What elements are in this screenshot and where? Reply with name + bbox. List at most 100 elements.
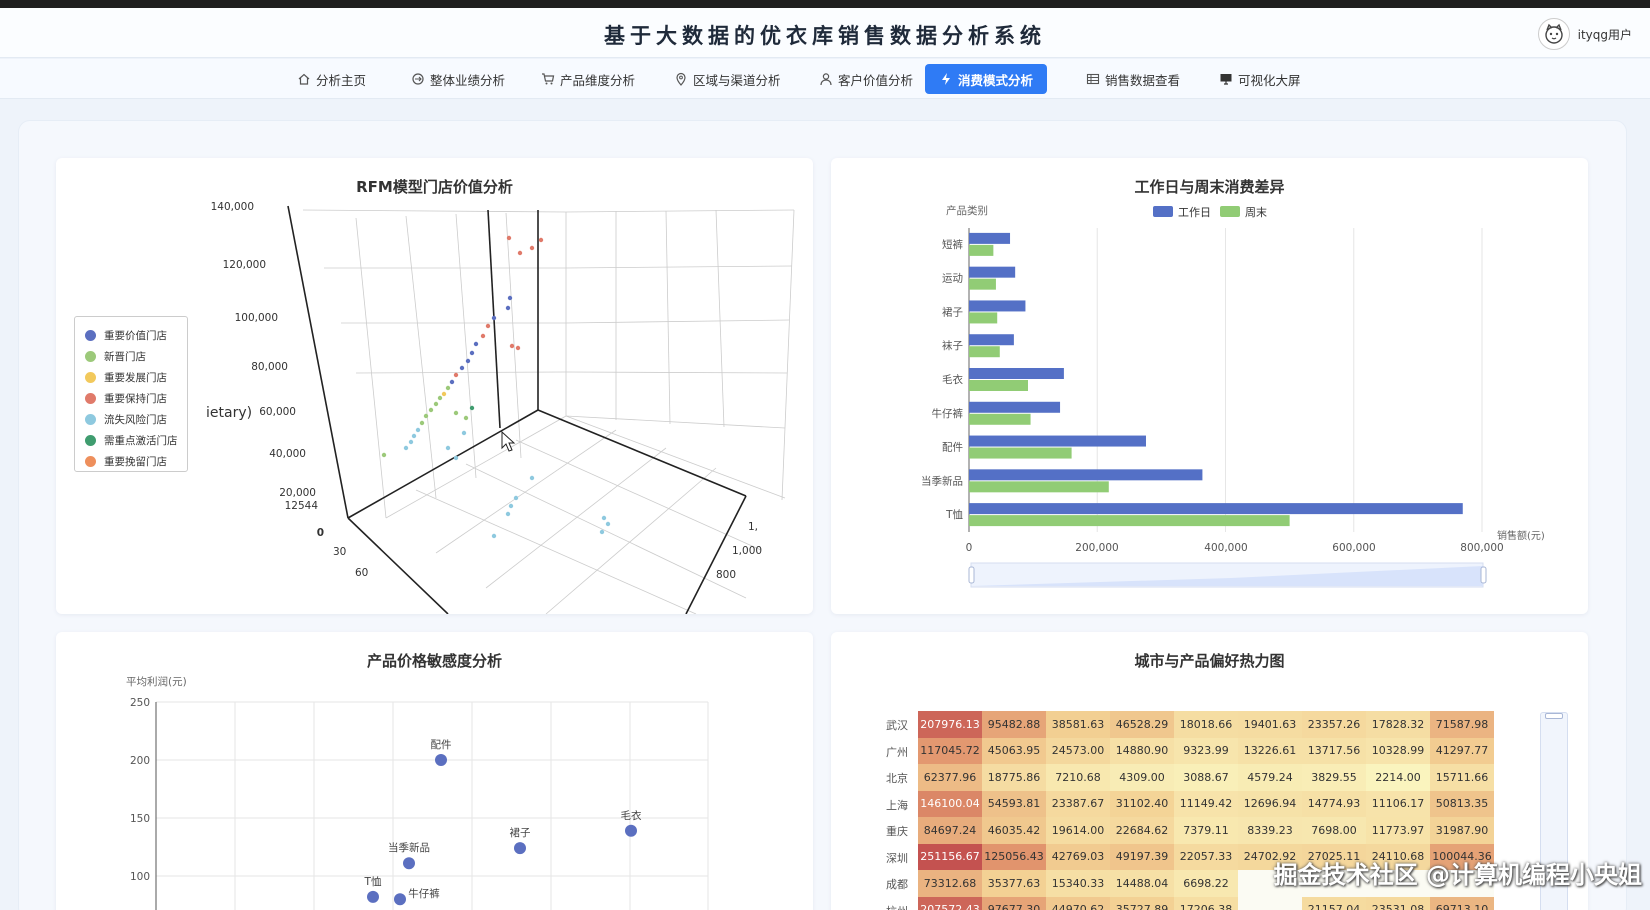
price-point[interactable]: [435, 754, 447, 766]
price-point[interactable]: [514, 842, 526, 855]
heatmap-cell[interactable]: 31102.40: [1110, 790, 1174, 817]
heatmap-cell[interactable]: 14488.04: [1110, 870, 1174, 897]
heatmap-cell[interactable]: 19614.00: [1046, 817, 1110, 844]
heatmap-cell[interactable]: 23531.08: [1366, 896, 1430, 910]
bar-weekend[interactable]: [969, 244, 994, 256]
heatmap-cell[interactable]: 35377.63: [982, 870, 1046, 897]
heatmap-cell[interactable]: 8339.23: [1238, 817, 1302, 844]
heatmap-cell[interactable]: 146100.04: [918, 790, 982, 817]
rfm-point[interactable]: [465, 358, 471, 364]
rfm-point[interactable]: [509, 343, 515, 349]
rfm-point[interactable]: [463, 415, 469, 421]
price-scatter-chart[interactable]: 平均利润(元) 250 200 150 100 配件毛衣裙子当季新品 T恤牛仔裤: [56, 632, 813, 910]
heatmap-cell[interactable]: 42769.03: [1046, 843, 1110, 870]
bar-weekday[interactable]: [969, 232, 1011, 244]
bar-weekday[interactable]: [969, 469, 1203, 481]
heatmap-cell[interactable]: 7210.68: [1046, 764, 1110, 791]
heatmap-cell[interactable]: 49197.39: [1110, 843, 1174, 870]
bar-weekday[interactable]: [969, 368, 1064, 379]
heatmap-cell[interactable]: 14880.90: [1110, 737, 1174, 764]
rfm-point[interactable]: [423, 413, 429, 419]
heatmap-cell[interactable]: 22684.62: [1110, 817, 1174, 844]
legend-swatch[interactable]: [1220, 206, 1240, 217]
heatmap-cell[interactable]: 10328.99: [1366, 737, 1430, 764]
legend-swatch[interactable]: [1153, 206, 1173, 217]
price-point[interactable]: [367, 890, 379, 903]
slider-handle-right[interactable]: [1480, 566, 1487, 584]
rfm-3d-chart[interactable]: 140,000 120,000 100,000 80,000 60,000 40…: [56, 158, 813, 614]
heatmap-cell[interactable]: 3088.67: [1174, 764, 1238, 791]
rfm-point[interactable]: [599, 529, 605, 535]
nav-item-product[interactable]: 产品维度分析: [527, 64, 649, 94]
price-point[interactable]: [625, 824, 637, 837]
nav-item-dashboard[interactable]: 可视化大屏: [1205, 64, 1315, 94]
rfm-point[interactable]: [428, 407, 434, 413]
heatmap-cell[interactable]: 97677.30: [982, 896, 1046, 910]
heatmap-cell[interactable]: 41297.77: [1430, 737, 1494, 764]
nav-item-region[interactable]: 区域与渠道分析: [660, 64, 795, 94]
bar-weekday[interactable]: [969, 435, 1146, 447]
heatmap-cell[interactable]: 6698.22: [1174, 870, 1238, 897]
rfm-point[interactable]: [605, 521, 611, 527]
bar-weekday[interactable]: [969, 503, 1463, 515]
rfm-point[interactable]: [480, 333, 486, 339]
weekday-bar-chart[interactable]: 工作日 周末 产品类别 销售额(元) 短裤运动裙子袜子毛衣牛仔裤配件当季新品 T恤…: [831, 158, 1588, 614]
price-point[interactable]: [394, 893, 406, 906]
rfm-point[interactable]: [437, 395, 443, 401]
heatmap-cell[interactable]: 46528.29: [1110, 711, 1174, 738]
bar-weekend[interactable]: [969, 481, 1109, 493]
bar-weekend[interactable]: [969, 346, 1000, 358]
bar-weekend[interactable]: [969, 413, 1031, 425]
heatmap-cell[interactable]: 9323.99: [1174, 737, 1238, 764]
bar-weekend[interactable]: [969, 447, 1072, 459]
rfm-point[interactable]: [449, 379, 455, 385]
heatmap-cell[interactable]: 17206.38: [1174, 896, 1238, 910]
heatmap-cell[interactable]: 207976.13: [918, 711, 982, 738]
heatmap-cell[interactable]: 4309.00: [1110, 764, 1174, 791]
rfm-point[interactable]: [506, 235, 512, 241]
heatmap-cell[interactable]: 117045.72: [918, 737, 982, 764]
rfm-point[interactable]: [505, 305, 511, 311]
legend-label[interactable]: 工作日: [1178, 206, 1211, 219]
bar-weekday[interactable]: [969, 401, 1061, 413]
nav-item-performance[interactable]: 整体业绩分析: [397, 64, 519, 94]
price-point[interactable]: [403, 857, 415, 870]
nav-item-customer[interactable]: 客户价值分析: [805, 64, 927, 94]
bar-weekday[interactable]: [969, 334, 1014, 346]
heatmap-cell[interactable]: 11106.17: [1366, 790, 1430, 817]
heatmap-cell[interactable]: 21157.04: [1302, 896, 1366, 910]
rfm-point[interactable]: [381, 452, 387, 458]
heatmap-cell[interactable]: 23357.26: [1302, 711, 1366, 738]
heatmap-cell[interactable]: 69713.10: [1430, 896, 1494, 910]
heatmap-cell[interactable]: 18018.66: [1174, 711, 1238, 738]
rfm-point[interactable]: [507, 295, 513, 301]
heatmap-cell[interactable]: 95482.88: [982, 711, 1046, 738]
rfm-point[interactable]: [505, 511, 511, 517]
heatmap-cell[interactable]: [1238, 896, 1302, 910]
rfm-point[interactable]: [529, 475, 535, 481]
rfm-point[interactable]: [529, 245, 535, 251]
rfm-point[interactable]: [491, 315, 497, 321]
heatmap-cell[interactable]: 18775.86: [982, 764, 1046, 791]
heatmap-cell[interactable]: 54593.81: [982, 790, 1046, 817]
rfm-point[interactable]: [517, 250, 523, 256]
bar-weekday[interactable]: [969, 300, 1026, 312]
heatmap-cell[interactable]: 11149.42: [1174, 790, 1238, 817]
bar-weekday[interactable]: [969, 266, 1016, 278]
heatmap-cell[interactable]: 46035.42: [982, 817, 1046, 844]
rfm-point[interactable]: [453, 372, 459, 378]
heatmap-cell[interactable]: 17828.32: [1366, 711, 1430, 738]
user-menu[interactable]: ityqg用户: [1537, 18, 1632, 50]
heatmap-cell[interactable]: 38581.63: [1046, 711, 1110, 738]
rfm-point[interactable]: [445, 445, 451, 451]
slider-handle-left[interactable]: [968, 566, 975, 584]
rfm-point[interactable]: [441, 391, 447, 397]
heatmap-cell[interactable]: 62377.96: [918, 764, 982, 791]
rfm-point[interactable]: [491, 533, 497, 539]
heatmap-cell[interactable]: 7698.00: [1302, 817, 1366, 844]
avatar[interactable]: [1537, 18, 1570, 50]
bar-weekend[interactable]: [969, 380, 1028, 391]
rfm-point[interactable]: [403, 445, 409, 451]
bar-weekend[interactable]: [969, 312, 998, 324]
heatmap-cell[interactable]: 15340.33: [1046, 870, 1110, 897]
